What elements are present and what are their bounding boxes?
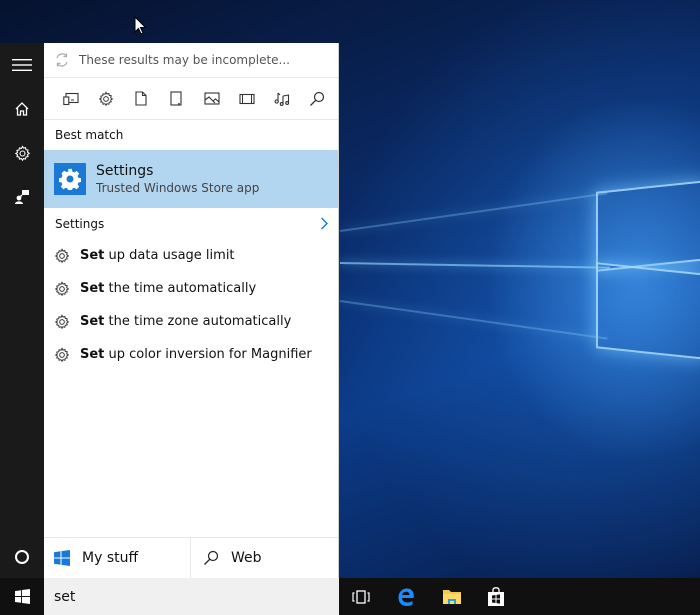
result-match-highlight: Set bbox=[80, 314, 105, 329]
store-icon bbox=[488, 586, 504, 606]
file-explorer-icon bbox=[443, 589, 461, 604]
filter-folders-button[interactable] bbox=[167, 90, 185, 108]
cortana-icon bbox=[15, 549, 29, 564]
settings-icon bbox=[14, 144, 30, 161]
edge-icon bbox=[398, 588, 414, 606]
chevron-right-icon[interactable] bbox=[320, 217, 328, 230]
incomplete-notice: These results may be incomplete... bbox=[44, 43, 338, 78]
documents-icon bbox=[135, 91, 147, 106]
apps-icon bbox=[63, 92, 79, 105]
result-label: Set the time zone automatically bbox=[80, 314, 291, 329]
mouse-cursor-icon bbox=[134, 16, 147, 35]
best-match-subtitle: Trusted Windows Store app bbox=[96, 181, 260, 195]
videos-icon bbox=[239, 93, 255, 104]
result-label: Set up data usage limit bbox=[80, 248, 235, 263]
settings-section-label: Settings bbox=[55, 216, 105, 231]
filter-music-button[interactable] bbox=[273, 90, 291, 108]
my-stuff-label: My stuff bbox=[82, 550, 139, 566]
search-query: set bbox=[54, 588, 76, 605]
music-icon bbox=[274, 92, 289, 106]
settings-result-item[interactable]: Set up data usage limit bbox=[44, 239, 338, 272]
file-explorer-button[interactable] bbox=[430, 578, 474, 615]
search-icon bbox=[204, 550, 219, 565]
web-search-icon bbox=[310, 91, 325, 106]
settings-icon bbox=[54, 280, 70, 296]
wallpaper-beam bbox=[339, 300, 608, 340]
settings-app-tile bbox=[54, 163, 86, 195]
wallpaper-beam bbox=[339, 262, 610, 269]
search-scope-bar: My stuff Web bbox=[44, 537, 338, 578]
windows-logo-icon bbox=[54, 550, 70, 566]
settings-result-item[interactable]: Set the time zone automatically bbox=[44, 305, 338, 338]
hamburger-menu-button[interactable] bbox=[0, 43, 44, 87]
wallpaper-beam bbox=[339, 192, 608, 232]
settings-gear-icon bbox=[59, 168, 81, 190]
home-icon bbox=[15, 102, 29, 116]
result-match-highlight: Set bbox=[80, 248, 105, 263]
settings-icon bbox=[54, 247, 70, 263]
settings-icon bbox=[54, 313, 70, 329]
filter-settings-button[interactable] bbox=[97, 90, 115, 108]
result-label-rest: up data usage limit bbox=[104, 248, 235, 263]
result-label: Set the time automatically bbox=[80, 281, 256, 296]
best-match-title: Settings bbox=[96, 163, 154, 179]
my-stuff-button[interactable]: My stuff bbox=[44, 538, 191, 578]
settings-section-header[interactable]: Settings bbox=[44, 208, 338, 239]
result-label: Set up color inversion for Magnifier bbox=[80, 347, 312, 362]
filter-documents-button[interactable] bbox=[132, 90, 150, 108]
result-match-highlight: Set bbox=[80, 281, 105, 296]
web-button[interactable]: Web bbox=[191, 538, 262, 578]
best-match-result[interactable]: Settings Trusted Windows Store app bbox=[44, 150, 338, 208]
task-view-icon bbox=[352, 589, 370, 604]
result-label-rest: up color inversion for Magnifier bbox=[104, 347, 312, 362]
settings-icon bbox=[54, 346, 70, 362]
task-view-button[interactable] bbox=[339, 578, 383, 615]
settings-result-item[interactable]: Set the time automatically bbox=[44, 272, 338, 305]
filter-bar bbox=[44, 78, 338, 120]
folders-icon bbox=[170, 91, 182, 106]
feedback-icon bbox=[15, 190, 29, 204]
edge-button[interactable] bbox=[384, 578, 428, 615]
result-label-rest: the time zone automatically bbox=[104, 314, 292, 329]
filter-apps-button[interactable] bbox=[62, 90, 80, 108]
notebook-settings-button[interactable] bbox=[0, 131, 44, 175]
store-button[interactable] bbox=[474, 578, 518, 615]
filter-photos-button[interactable] bbox=[203, 90, 221, 108]
refresh-icon bbox=[56, 53, 68, 67]
wallpaper-light-pane bbox=[596, 262, 700, 360]
home-button[interactable] bbox=[0, 87, 44, 131]
wallpaper-light-pane bbox=[596, 180, 700, 272]
windows-start-icon bbox=[14, 589, 30, 604]
best-match-label: Best match bbox=[55, 128, 124, 142]
web-label: Web bbox=[231, 550, 262, 566]
search-input[interactable]: set bbox=[44, 578, 339, 615]
filter-videos-button[interactable] bbox=[238, 90, 256, 108]
result-label-rest: the time automatically bbox=[104, 281, 257, 296]
feedback-button[interactable] bbox=[0, 175, 44, 219]
settings-icon bbox=[98, 90, 114, 106]
incomplete-notice-text: These results may be incomplete... bbox=[79, 53, 290, 67]
result-match-highlight: Set bbox=[80, 347, 105, 362]
photos-icon bbox=[204, 92, 220, 105]
start-button[interactable] bbox=[0, 578, 44, 615]
filter-web-button[interactable] bbox=[308, 90, 326, 108]
menu-icon bbox=[12, 59, 32, 71]
start-rail bbox=[0, 43, 44, 578]
search-results-panel: These results may be incomplete... Best … bbox=[44, 43, 339, 578]
taskbar: set bbox=[0, 578, 700, 615]
settings-result-item[interactable]: Set up color inversion for Magnifier bbox=[44, 338, 338, 371]
cortana-button[interactable] bbox=[0, 535, 44, 578]
